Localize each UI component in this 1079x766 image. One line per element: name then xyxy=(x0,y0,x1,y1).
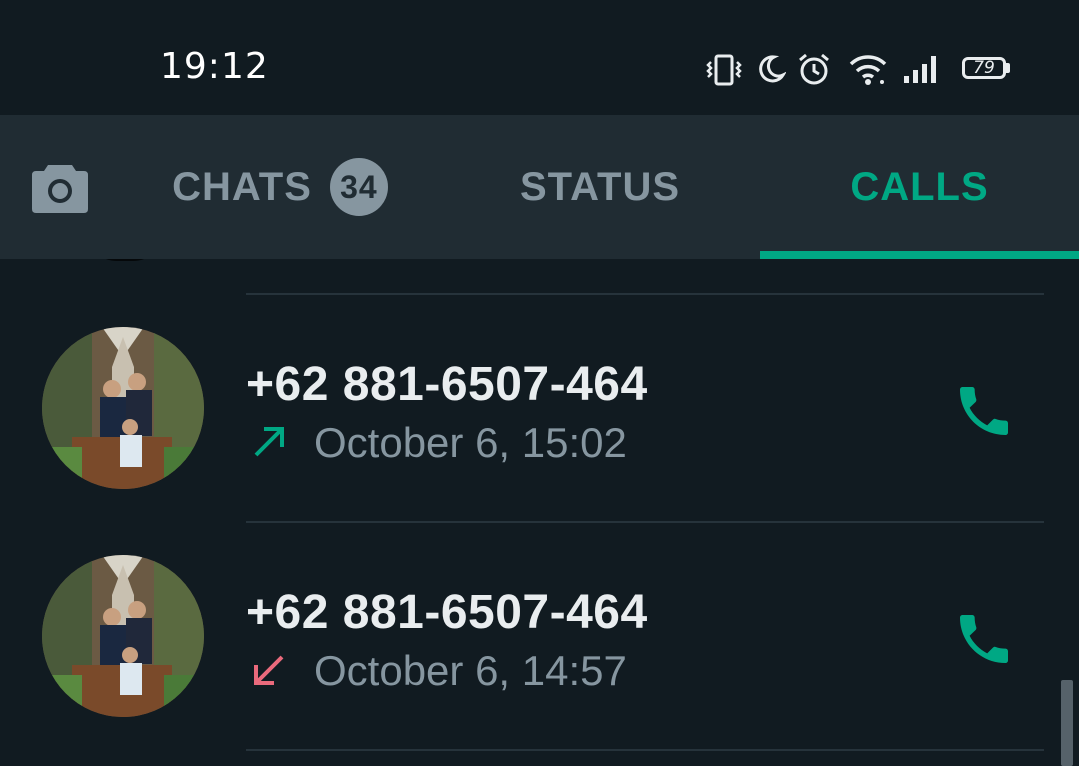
calls-list: +62 881-6507-464 October 6, 15:02 +62 88… xyxy=(0,259,1079,766)
tab-bar: CHATS 34 STATUS CALLS xyxy=(0,115,1079,259)
status-time: 19:12 xyxy=(160,46,269,87)
phone-icon[interactable] xyxy=(952,607,1016,671)
wifi-icon xyxy=(849,55,887,85)
caller-name: +62 881-6507-464 xyxy=(246,358,648,411)
call-meta: October 6, 14:57 xyxy=(246,647,627,695)
moon-icon xyxy=(759,55,786,83)
avatar xyxy=(85,259,165,261)
tab-status[interactable]: STATUS xyxy=(440,115,760,259)
camera-icon xyxy=(32,165,88,213)
battery-level: 79 xyxy=(973,58,995,78)
active-tab-indicator xyxy=(760,251,1079,259)
caller-name: +62 881-6507-464 xyxy=(246,586,648,639)
call-row[interactable]: +62 881-6507-464 October 6, 15:02 xyxy=(0,295,1079,521)
call-time: October 6, 14:57 xyxy=(314,647,627,694)
phone-icon[interactable] xyxy=(952,379,1016,443)
outgoing-call-arrow-icon xyxy=(254,427,284,457)
battery-icon: 79 xyxy=(962,57,1006,79)
vibrate-icon xyxy=(706,54,742,86)
scrollbar[interactable] xyxy=(1061,680,1073,766)
tab-calls-label: CALLS xyxy=(850,164,989,209)
call-time: October 6, 15:02 xyxy=(314,419,627,466)
call-meta: October 6, 15:02 xyxy=(246,419,627,467)
tab-calls[interactable]: CALLS xyxy=(760,115,1079,259)
tab-chats-label: CHATS xyxy=(172,164,312,209)
alarm-icon xyxy=(799,53,829,85)
missed-call-arrow-icon xyxy=(254,655,284,685)
unread-badge: 34 xyxy=(329,158,388,216)
status-bar: 19:12 79 xyxy=(0,0,1079,115)
tab-chats[interactable]: CHATS 34 xyxy=(120,115,440,259)
signal-icon xyxy=(904,56,936,83)
divider xyxy=(246,749,1044,751)
avatar[interactable] xyxy=(42,327,204,489)
tab-status-label: STATUS xyxy=(519,164,681,209)
call-row[interactable]: +62 881-6507-464 October 6, 14:57 xyxy=(0,523,1079,749)
avatar[interactable] xyxy=(42,555,204,717)
battery-tip xyxy=(1006,63,1010,73)
tab-camera[interactable] xyxy=(0,115,120,259)
